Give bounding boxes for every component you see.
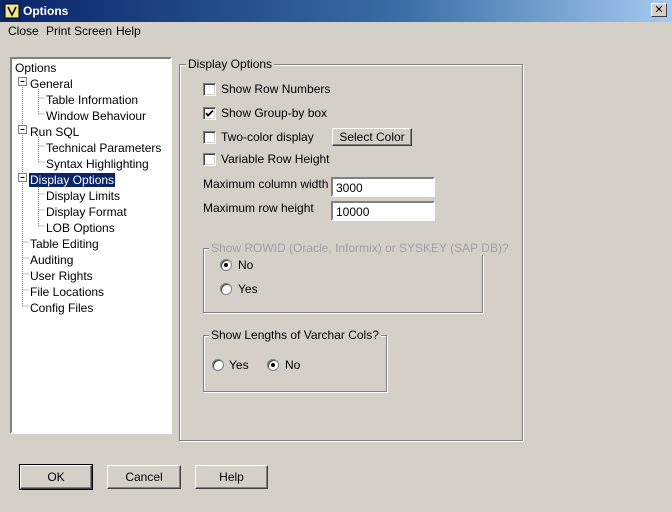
max-column-width-label: Maximum column width — [203, 177, 329, 191]
title-bar: Options ✕ — [0, 0, 672, 22]
varchar-yes-radio[interactable] — [212, 359, 224, 371]
tree-item-lob-options[interactable]: LOB Options — [46, 221, 115, 235]
varchar-no-radio[interactable] — [267, 359, 279, 371]
rowid-no-label: No — [238, 258, 254, 272]
variable-row-height-label: Variable Row Height — [221, 152, 330, 166]
display-options-title: Display Options — [186, 57, 275, 71]
app-icon — [4, 3, 20, 19]
tree-item-auditing[interactable]: Auditing — [30, 253, 73, 267]
tree-item-file-locations[interactable]: File Locations — [30, 285, 104, 299]
show-row-numbers-label: Show Row Numbers — [221, 82, 331, 96]
select-color-button[interactable]: Select Color — [332, 128, 412, 146]
tree-item-run-sql[interactable]: Run SQL — [30, 125, 79, 139]
tree-item-table-information[interactable]: Table Information — [46, 93, 138, 107]
tree-item-display-options[interactable]: Display Options — [29, 173, 116, 187]
tree-item-window-behaviour[interactable]: Window Behaviour — [46, 109, 146, 123]
checkmark-icon — [205, 109, 214, 117]
menu-bar: Close Print Screen Help — [0, 23, 672, 41]
varchar-no-label: No — [285, 358, 301, 372]
menu-help[interactable]: Help — [116, 24, 141, 38]
options-tree[interactable]: Options General Table Information Window… — [10, 57, 172, 434]
tree-item-config-files[interactable]: Config Files — [30, 301, 93, 315]
tree-item-technical-parameters[interactable]: Technical Parameters — [46, 141, 161, 155]
rowid-no-radio[interactable] — [220, 259, 232, 271]
varchar-yes-label: Yes — [229, 358, 249, 372]
menu-close[interactable]: Close — [8, 24, 39, 38]
help-button[interactable]: Help — [195, 465, 268, 489]
show-group-by-checkbox[interactable] — [203, 107, 216, 120]
ok-button[interactable]: OK — [19, 464, 93, 490]
max-row-height-input[interactable]: 10000 — [331, 201, 435, 221]
tree-item-display-format[interactable]: Display Format — [46, 205, 127, 219]
show-group-by-label: Show Group-by box — [221, 106, 328, 120]
tree-root-options[interactable]: Options — [15, 61, 56, 75]
window-title: Options — [23, 4, 69, 18]
rowid-group-title: Show ROWID (Oracle, Informix) or SYSKEY … — [209, 241, 511, 255]
tree-item-general[interactable]: General — [30, 77, 73, 91]
tree-item-syntax-highlighting[interactable]: Syntax Highlighting — [46, 157, 149, 171]
max-column-width-input[interactable]: 3000 — [331, 177, 435, 197]
tree-item-table-editing[interactable]: Table Editing — [30, 237, 99, 251]
close-window-button[interactable]: ✕ — [651, 3, 667, 17]
max-row-height-label: Maximum row height — [203, 201, 314, 215]
cancel-button[interactable]: Cancel — [107, 465, 181, 489]
varchar-lengths-title: Show Lengths of Varchar Cols? — [209, 328, 381, 342]
two-color-display-label: Two-color display — [221, 130, 314, 144]
menu-print-screen[interactable]: Print Screen — [46, 24, 112, 38]
two-color-display-checkbox[interactable] — [203, 131, 216, 144]
variable-row-height-checkbox[interactable] — [203, 153, 216, 166]
tree-item-display-limits[interactable]: Display Limits — [46, 189, 120, 203]
show-row-numbers-checkbox[interactable] — [203, 83, 216, 96]
rowid-yes-radio[interactable] — [220, 283, 232, 295]
rowid-yes-label: Yes — [238, 282, 258, 296]
tree-item-user-rights[interactable]: User Rights — [30, 269, 93, 283]
